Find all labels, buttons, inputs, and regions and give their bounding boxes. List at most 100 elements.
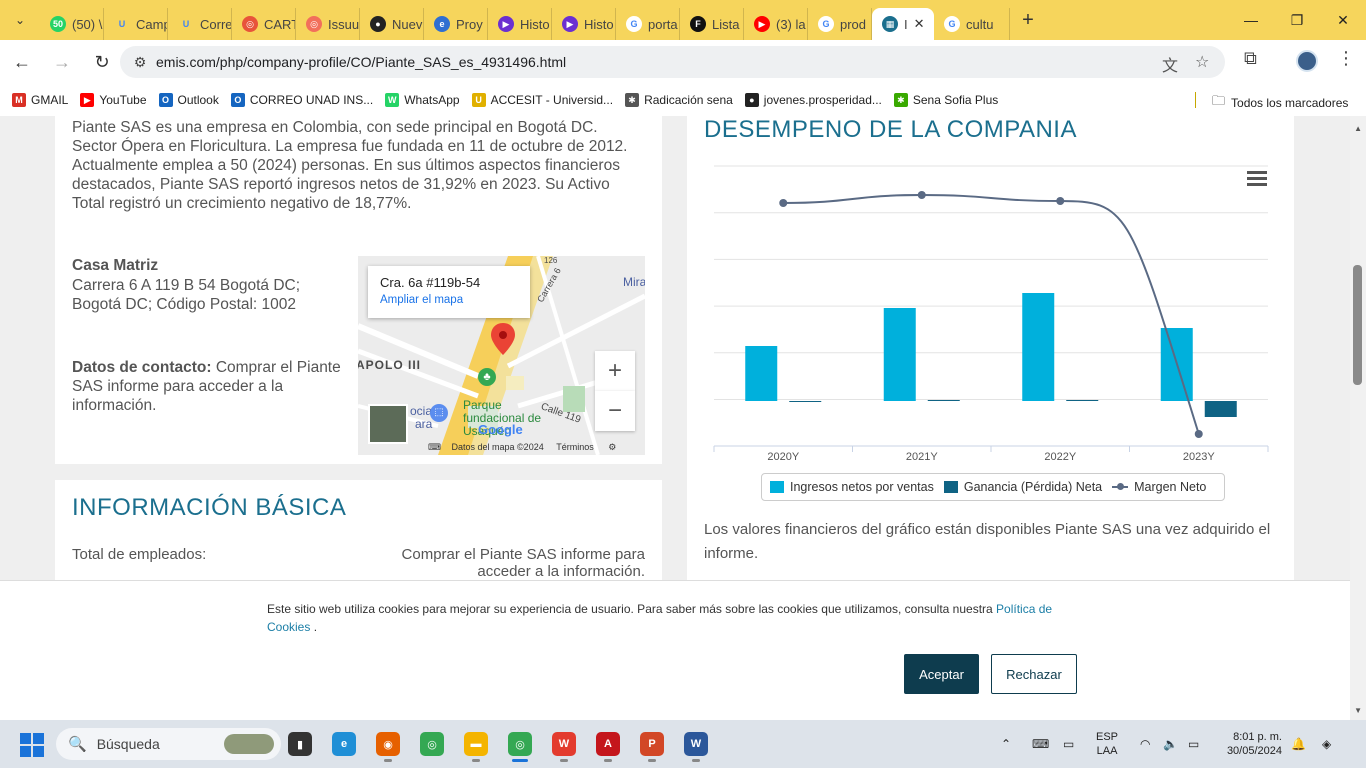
tab-label: Histo <box>520 16 550 32</box>
map-zoom-in-button[interactable]: + <box>595 351 635 391</box>
minimize-icon[interactable]: — <box>1228 0 1274 40</box>
browser-tab[interactable]: 50 (50) \ <box>40 8 104 40</box>
browser-tab[interactable]: ▦ I ✕ <box>872 8 934 40</box>
chrome-icon[interactable]: ◎ <box>420 732 444 756</box>
google-icon: G <box>626 16 642 32</box>
file-explorer-icon[interactable]: ▬ <box>464 732 488 762</box>
notification-bell-icon[interactable]: 🔔 <box>1291 720 1306 768</box>
windows-start-icon[interactable] <box>20 733 44 757</box>
legend-item[interactable]: Ingresos netos por ventas <box>770 480 934 494</box>
extensions-icon[interactable]: ⧉ <box>1244 48 1257 69</box>
address-bar[interactable]: ⚙ emis.com/php/company-profile/CO/Piante… <box>120 46 1225 78</box>
chrome-active-icon[interactable]: ◎ <box>508 732 532 762</box>
tab-search-chevron-icon[interactable]: ⌄ <box>0 0 40 40</box>
window-tray-icon[interactable]: ▭ <box>1063 720 1074 768</box>
browser-tab[interactable]: Gcultu <box>934 8 1010 40</box>
forward-button[interactable]: → <box>44 44 80 80</box>
browser-tab[interactable]: U Camp <box>104 8 168 40</box>
legend-item[interactable]: Margen Neto <box>1112 480 1206 494</box>
keyboard-icon[interactable]: ⌨ <box>428 442 441 452</box>
browser-tab[interactable]: U Corre <box>168 8 232 40</box>
scroll-up-icon[interactable]: ▲ <box>1354 124 1362 133</box>
all-bookmarks-button[interactable]: 🗀 Todos los marcadores <box>1212 92 1348 114</box>
google-icon: G <box>944 16 960 32</box>
acrobat-icon[interactable]: A <box>596 732 620 762</box>
scroll-down-icon[interactable]: ▼ <box>1354 706 1362 715</box>
bookmark-item[interactable]: O CORREO UNAD INS... <box>230 93 373 107</box>
browser-tab[interactable]: Gporta <box>616 8 680 40</box>
window-controls: — ❐ ✕ <box>1228 0 1366 40</box>
bookmark-item[interactable]: ✱ Radicación sena <box>625 93 733 107</box>
browser-tab[interactable]: ● Nuev <box>360 8 424 40</box>
bookmark-item[interactable]: U ACCESIT - Universid... <box>471 93 613 107</box>
firefox-icon[interactable]: ◉ <box>376 732 400 762</box>
chart-bar <box>1066 400 1099 401</box>
cookie-suffix: . <box>310 620 318 634</box>
scrollbar-thumb[interactable] <box>1353 265 1362 385</box>
map-zoom-out-button[interactable]: − <box>595 391 635 431</box>
outlook-icon: O <box>158 93 173 107</box>
bookmark-item[interactable]: W WhatsApp <box>385 93 460 107</box>
word-icon[interactable]: W <box>684 732 708 762</box>
bookmark-item[interactable]: M GMAIL <box>12 93 68 107</box>
menu-kebab-icon[interactable]: ⋮ <box>1337 48 1355 69</box>
bookmarks-separator <box>1195 92 1196 108</box>
volume-icon[interactable]: 🔈 <box>1163 720 1178 768</box>
taskbar-clock[interactable]: 8:01 p. m. 30/05/2024 <box>1222 730 1282 758</box>
powerpoint-icon[interactable]: P <box>640 732 664 762</box>
map-terms-link[interactable]: Términos <box>556 442 594 452</box>
location-map[interactable]: Mira APOLO III Parque fundacional de Usa… <box>358 256 645 455</box>
legend-item[interactable]: Ganancia (Pérdida) Neta <box>943 480 1102 494</box>
reject-cookies-button[interactable]: Rechazar <box>991 654 1077 694</box>
page-scrollbar[interactable] <box>1350 116 1366 720</box>
browser-tab[interactable]: ◎ Issuu <box>296 8 360 40</box>
bookmark-label: Outlook <box>177 93 219 107</box>
battery-icon[interactable]: ▭ <box>1188 720 1199 768</box>
browser-tab[interactable]: ▶ Histo <box>552 8 616 40</box>
bookmark-label: WhatsApp <box>404 93 460 107</box>
chart-bar <box>927 400 960 401</box>
bookmark-item[interactable]: ✱ Sena Sofia Plus <box>893 93 998 107</box>
restore-icon[interactable]: ❐ <box>1274 0 1320 40</box>
satellite-toggle[interactable] <box>368 404 408 444</box>
tray-chevron-icon[interactable]: ⌃ <box>1001 720 1011 768</box>
back-button[interactable]: ← <box>4 44 40 80</box>
bookmark-item[interactable]: O Outlook <box>158 93 219 107</box>
bookmark-item[interactable]: ▶ YouTube <box>80 93 147 107</box>
reload-button[interactable]: ↻ <box>84 44 120 80</box>
site-info-icon[interactable]: ⚙ <box>126 54 154 71</box>
youtube-icon: ▶ <box>80 93 95 107</box>
bookmark-item[interactable]: ● jovenes.prosperidad... <box>744 93 882 107</box>
edge-icon[interactable]: e <box>332 732 356 756</box>
close-window-icon[interactable]: ✕ <box>1320 0 1366 40</box>
hq-title: Casa Matriz <box>72 257 159 274</box>
map-settings-icon[interactable]: ⚙ <box>608 442 616 452</box>
browser-tab[interactable]: F Lista <box>680 8 744 40</box>
copilot-icon[interactable]: ◈ <box>1322 720 1331 768</box>
map-pin-icon[interactable] <box>490 322 516 356</box>
browser-tab[interactable]: ▶ (3) la <box>744 8 808 40</box>
chart-menu-icon[interactable] <box>1247 171 1267 187</box>
wps-office-icon[interactable]: W <box>552 732 576 762</box>
wifi-icon[interactable]: ◠ <box>1140 720 1150 768</box>
url-text[interactable]: emis.com/php/company-profile/CO/Piante_S… <box>156 54 566 70</box>
browser-tab[interactable]: ▶ Histo <box>488 8 552 40</box>
map-enlarge-link[interactable]: Ampliar el mapa <box>380 294 518 306</box>
taskbar-search[interactable]: 🔍 Búsqueda <box>56 728 281 760</box>
keyboard-tray-icon[interactable]: ⌨ <box>1032 720 1049 768</box>
video-icon: ▶ <box>562 16 578 32</box>
close-tab-icon[interactable]: ✕ <box>914 16 925 32</box>
input-language[interactable]: ESP LAA <box>1096 730 1118 758</box>
folder-icon: 🗀 <box>1212 93 1226 108</box>
bookmark-star-icon[interactable]: ☆ <box>1195 52 1209 72</box>
profile-avatar[interactable] <box>1296 50 1318 72</box>
new-tab-button[interactable]: + <box>1010 0 1046 40</box>
browser-tab[interactable]: Gprod <box>808 8 872 40</box>
browser-tab[interactable]: ◎ CART <box>232 8 296 40</box>
tab-label: CART <box>264 16 296 32</box>
translate-icon[interactable]: 文 <box>1162 52 1178 76</box>
browser-tab[interactable]: e Proy <box>424 8 488 40</box>
accept-cookies-button[interactable]: Aceptar <box>904 654 979 694</box>
task-view-icon[interactable]: ▮ <box>288 732 312 756</box>
employees-value[interactable]: Comprar el Piante SAS informe para acced… <box>360 546 645 580</box>
